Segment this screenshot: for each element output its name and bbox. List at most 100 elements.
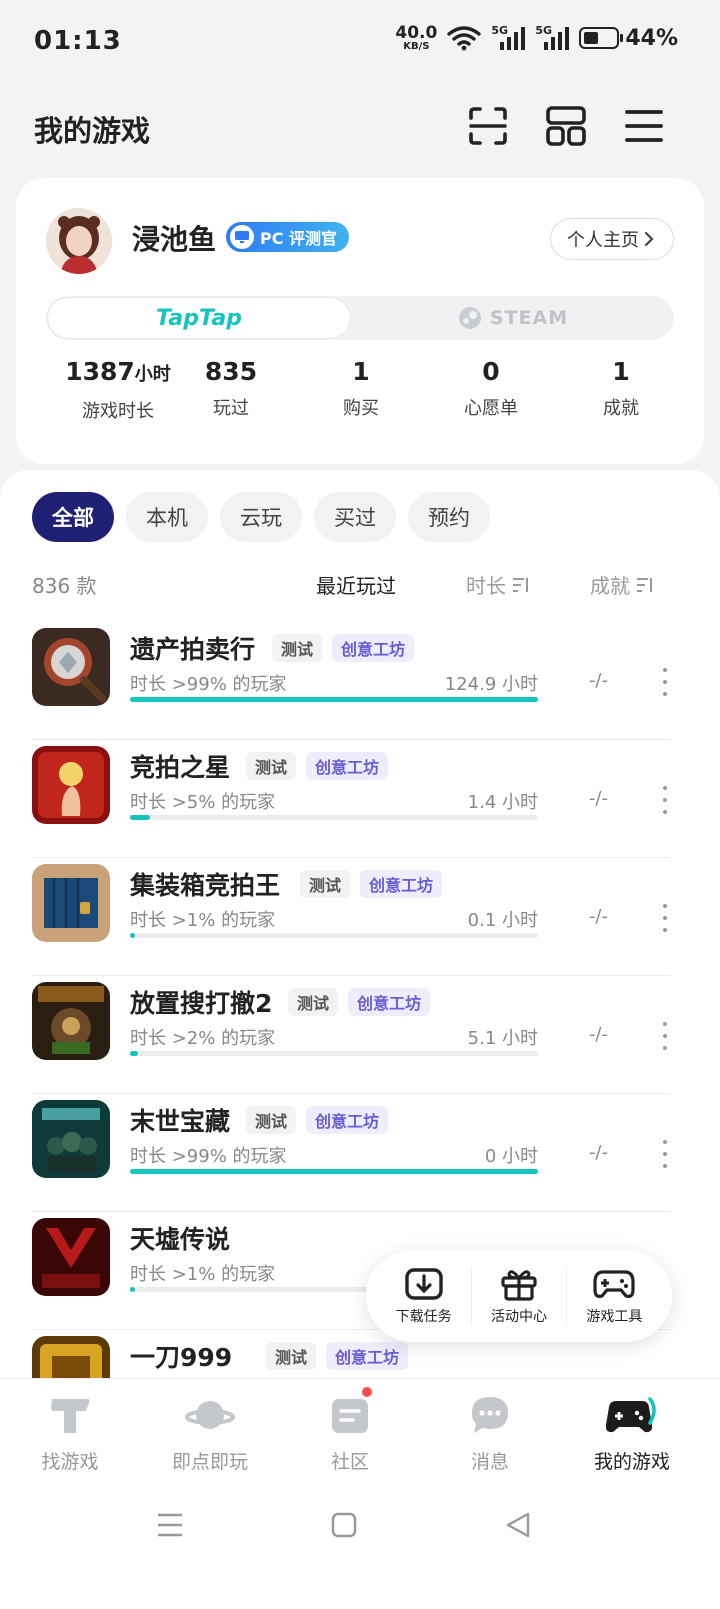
- game-hours: 5.1 小时: [467, 1028, 538, 1049]
- taptap-tab[interactable]: TapTap: [48, 298, 350, 338]
- sort-achievement[interactable]: 成就: [590, 570, 654, 599]
- stat-label: 心愿单: [464, 398, 518, 419]
- nav-find-games[interactable]: 找游戏: [10, 1393, 130, 1474]
- avatar[interactable]: [46, 208, 112, 274]
- sort-bar: 836 款 最近玩过 时长 成就: [0, 566, 720, 606]
- activity-center-button[interactable]: 活动中心: [475, 1266, 563, 1326]
- game-achievement: -/-: [588, 906, 608, 927]
- download-tasks-button[interactable]: 下载任务: [380, 1266, 468, 1326]
- nav-community[interactable]: 社区: [290, 1393, 410, 1474]
- recent-apps-icon[interactable]: [156, 1512, 184, 1538]
- reviewer-badge-label: PC 评测官: [260, 229, 338, 248]
- steam-tab[interactable]: STEAM: [352, 296, 674, 340]
- game-hours: 0 小时: [484, 1146, 538, 1167]
- game-row[interactable]: 放置搜打撤2 测试 创意工坊 时长 >2% 的玩家 5.1 小时 -/-: [32, 976, 670, 1094]
- nav-messages[interactable]: 消息: [430, 1393, 550, 1474]
- game-achievement: -/-: [588, 1142, 608, 1163]
- homepage-label: 个人主页: [567, 230, 639, 251]
- filter-all[interactable]: 全部: [32, 492, 114, 542]
- filter-local[interactable]: 本机: [126, 492, 208, 542]
- platform-switch: TapTap STEAM: [46, 296, 674, 340]
- game-tools-button[interactable]: 游戏工具: [570, 1266, 658, 1326]
- filter-bought[interactable]: 买过: [314, 492, 396, 542]
- signal-icon-1: 5G: [491, 24, 526, 52]
- tag-workshop: 创意工坊: [306, 752, 389, 780]
- playtime-bar: [130, 1051, 538, 1056]
- nav-label: 我的游戏: [593, 1451, 670, 1473]
- sort-duration-label: 时长: [466, 574, 506, 598]
- more-icon[interactable]: [662, 1022, 668, 1050]
- home-icon[interactable]: [330, 1511, 358, 1539]
- battery-percent: 44%: [625, 25, 678, 51]
- game-count: 836 款: [32, 574, 97, 598]
- status-bar: 01:13 40.0 KB/S 5G 5G 44%: [0, 0, 720, 84]
- divider: [470, 1267, 472, 1325]
- chat-icon: [472, 1397, 508, 1433]
- username: 浸池鱼: [132, 223, 217, 256]
- tag-test: 测试: [246, 752, 297, 780]
- reviewer-badge[interactable]: PC 评测官: [226, 222, 350, 252]
- sort-icon: [637, 577, 652, 592]
- game-tools-label: 游戏工具: [586, 1309, 643, 1325]
- grid-icon[interactable]: [544, 104, 588, 148]
- game-tags: 测试 创意工坊: [246, 1106, 389, 1134]
- tag-workshop: 创意工坊: [326, 1342, 409, 1370]
- game-hours: 1.4 小时: [467, 792, 538, 813]
- sort-duration[interactable]: 时长: [466, 570, 530, 599]
- back-icon[interactable]: [504, 1511, 532, 1539]
- sort-achievement-label: 成就: [590, 574, 630, 598]
- filter-chips: 全部 本机 云玩 买过 预约: [32, 492, 490, 542]
- playtime-bar: [130, 933, 538, 938]
- game-achievement: -/-: [588, 788, 608, 809]
- stat-playtime[interactable]: 1387小时 游戏时长: [53, 354, 183, 423]
- more-icon[interactable]: [662, 904, 668, 932]
- game-rank-text: 时长 >5% 的玩家: [130, 792, 276, 813]
- bottom-nav: 找游戏 即点即玩 社区 消息 我的游戏: [0, 1378, 720, 1498]
- battery-icon: [579, 27, 624, 49]
- game-tags: 测试 创意工坊: [272, 634, 415, 662]
- filter-cloud[interactable]: 云玩: [220, 492, 302, 542]
- more-icon[interactable]: [662, 668, 668, 696]
- nav-instant-play[interactable]: 即点即玩: [150, 1393, 270, 1474]
- more-icon[interactable]: [662, 786, 668, 814]
- nav-my-games[interactable]: 我的游戏: [572, 1393, 692, 1474]
- stat-value: 1387: [65, 357, 135, 386]
- page-title: 我的游戏: [34, 114, 151, 148]
- gift-icon: [501, 1270, 537, 1301]
- game-row[interactable]: 竞拍之星 测试 创意工坊 时长 >5% 的玩家 1.4 小时 -/-: [32, 740, 670, 858]
- steam-icon: [458, 307, 481, 329]
- more-icon[interactable]: [662, 1140, 668, 1168]
- stat-value: 1: [352, 357, 370, 386]
- stat-played[interactable]: 835 玩过: [166, 354, 296, 420]
- gamepad-icon: [593, 1270, 635, 1298]
- download-tasks-label: 下载任务: [395, 1309, 452, 1325]
- my-games-icon: [606, 1397, 656, 1433]
- sort-recent[interactable]: 最近玩过: [316, 570, 396, 599]
- net-speed-unit: KB/S: [403, 40, 430, 52]
- game-tags: 测试 创意工坊: [266, 1342, 409, 1370]
- stat-label: 购买: [343, 398, 379, 419]
- game-row[interactable]: 遗产拍卖行 测试 创意工坊 时长 >99% 的玩家 124.9 小时 -/-: [32, 622, 670, 740]
- stat-label: 成就: [603, 398, 639, 419]
- scan-icon[interactable]: [466, 104, 510, 148]
- menu-icon[interactable]: [622, 104, 666, 148]
- game-icon: [32, 1218, 110, 1296]
- community-icon: [332, 1399, 368, 1433]
- nav-label: 找游戏: [41, 1451, 99, 1473]
- profile-card: 浸池鱼 PC 评测官 个人主页 TapTap STEAM 1387小时 游戏时长…: [16, 178, 704, 464]
- game-row[interactable]: 末世宝藏 测试 创意工坊 时长 >99% 的玩家 0 小时 -/-: [32, 1094, 670, 1212]
- game-achievement: -/-: [588, 670, 608, 691]
- chevron-right-icon: [644, 231, 654, 247]
- stat-achievements[interactable]: 1 成就: [556, 354, 686, 420]
- homepage-button[interactable]: 个人主页: [550, 218, 674, 260]
- stat-purchased[interactable]: 1 购买: [296, 354, 426, 420]
- net-speed: 40.0 KB/S: [395, 24, 437, 52]
- playtime-bar: [130, 1169, 538, 1174]
- game-rank-text: 时长 >2% 的玩家: [130, 1028, 276, 1049]
- game-tags: 测试 创意工坊: [246, 752, 389, 780]
- game-row[interactable]: 集装箱竞拍王 测试 创意工坊 时长 >1% 的玩家 0.1 小时 -/-: [32, 858, 670, 976]
- game-tags: 测试 创意工坊: [300, 870, 443, 898]
- game-title: 一刀999: [130, 1343, 233, 1372]
- stat-wishlist[interactable]: 0 心愿单: [426, 354, 556, 420]
- filter-reserved[interactable]: 预约: [408, 492, 490, 542]
